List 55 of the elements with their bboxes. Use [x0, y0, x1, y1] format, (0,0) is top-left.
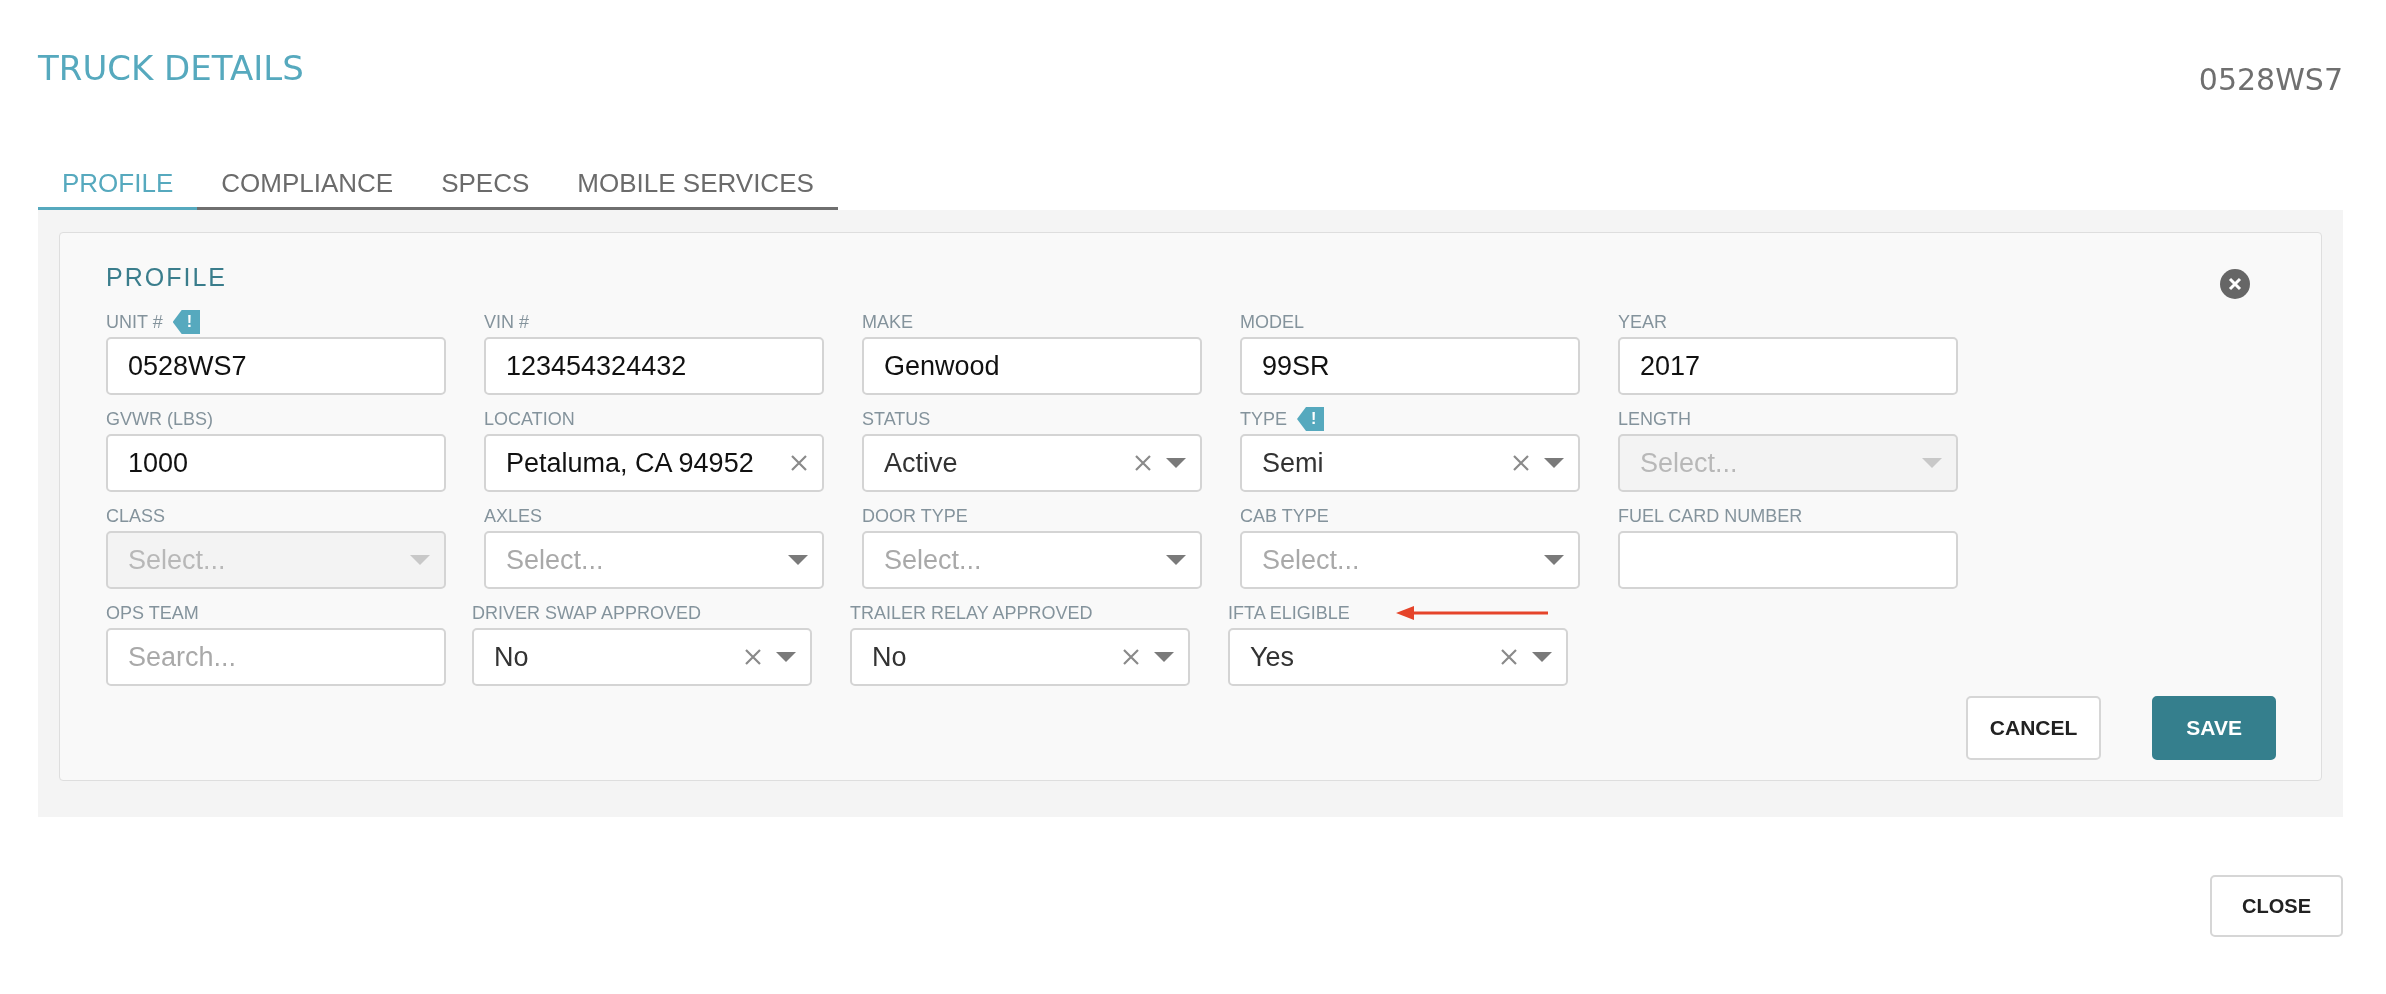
text-field[interactable]: Genwood	[862, 337, 1202, 395]
caret-icon[interactable]	[1532, 652, 1552, 662]
section-heading: PROFILE	[106, 263, 227, 292]
clear-icon[interactable]	[1500, 648, 1518, 666]
text-field[interactable]: Petaluma, CA 94952	[484, 434, 824, 492]
caret-icon[interactable]	[776, 652, 796, 662]
dropdown[interactable]: Semi	[1240, 434, 1580, 492]
close-button[interactable]: CLOSE	[2210, 875, 2343, 937]
clear-icon[interactable]	[1512, 454, 1530, 472]
caret-icon[interactable]	[1154, 652, 1174, 662]
field-label: OPS TEAM	[106, 602, 199, 624]
text-field[interactable]: 99SR	[1240, 337, 1580, 395]
field-label: MODEL	[1240, 311, 1304, 333]
dropdown[interactable]: Active	[862, 434, 1202, 492]
save-button[interactable]: SAVE	[2152, 696, 2276, 760]
dropdown[interactable]: No	[472, 628, 812, 686]
dropdown[interactable]: Yes	[1228, 628, 1568, 686]
field-label: AXLES	[484, 505, 543, 527]
field-label: DOOR TYPE	[862, 505, 968, 527]
truck-id: 0528WS7	[2198, 62, 2343, 97]
field-label: GVWR (LBS)	[106, 408, 213, 430]
field-label: LOCATION	[484, 408, 575, 430]
field-label: STATUS	[862, 408, 931, 430]
close-icon[interactable]	[2220, 269, 2250, 299]
warning-badge: !	[1297, 407, 1325, 431]
field-label: YEAR	[1618, 311, 1668, 333]
dropdown[interactable]: No	[850, 628, 1190, 686]
caret-icon[interactable]	[1166, 555, 1186, 565]
field-label: VIN #	[484, 311, 530, 333]
text-field[interactable]: 2017	[1618, 337, 1958, 395]
caret-icon[interactable]	[1166, 458, 1186, 468]
field-label: UNIT #	[106, 311, 163, 333]
field-label: TRAILER RELAY APPROVED	[850, 602, 1093, 624]
field-label: TYPE	[1240, 408, 1287, 430]
field-label: CLASS	[106, 505, 166, 527]
cancel-button[interactable]: CANCEL	[1965, 696, 2102, 760]
clear-icon[interactable]	[1134, 454, 1152, 472]
text-field[interactable]	[1618, 531, 1958, 589]
text-field[interactable]: 123454324432	[484, 337, 824, 395]
field-label: CAB TYPE	[1240, 505, 1329, 527]
caret-icon[interactable]	[1544, 555, 1564, 565]
page-title: TRUCK DETAILS	[38, 48, 304, 88]
clear-icon[interactable]	[744, 648, 762, 666]
text-field[interactable]: 1000	[106, 434, 446, 492]
field-label: FUEL CARD NUMBER	[1618, 505, 1803, 527]
field-label: LENGTH	[1618, 408, 1691, 430]
field-label: MAKE	[862, 311, 913, 333]
text-field[interactable]: 0528WS7	[106, 337, 446, 395]
clear-icon[interactable]	[790, 454, 808, 472]
caret-icon[interactable]	[1544, 458, 1564, 468]
clear-icon[interactable]	[1122, 648, 1140, 666]
warning-badge: !	[172, 310, 200, 334]
field-label: DRIVER SWAP APPROVED	[472, 602, 702, 624]
field-label: IFTA ELIGIBLE	[1228, 602, 1350, 624]
caret-icon[interactable]	[788, 555, 808, 565]
